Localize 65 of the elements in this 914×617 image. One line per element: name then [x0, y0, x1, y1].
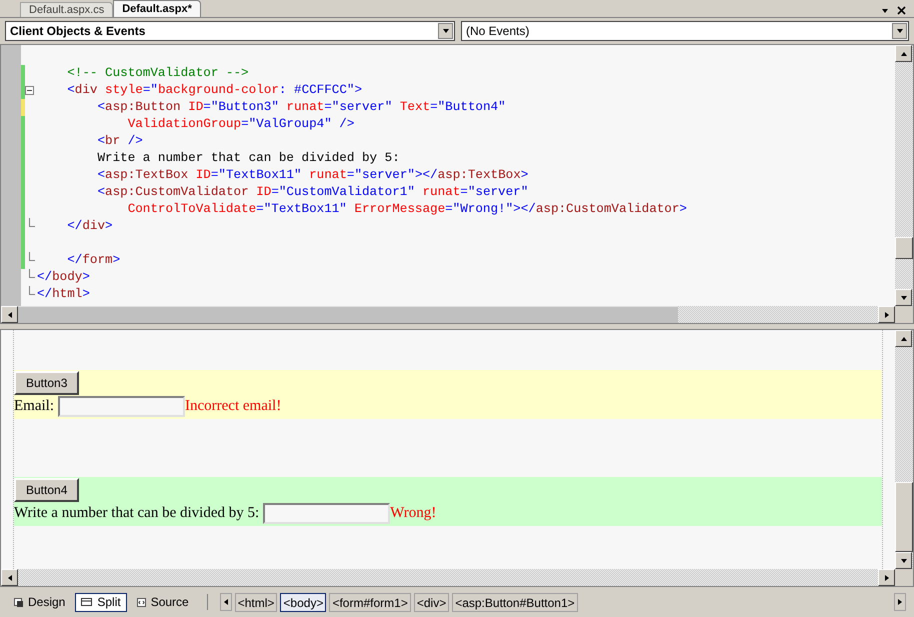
- code-line: </form>: [66, 252, 120, 269]
- view-tab[interactable]: Source: [130, 592, 195, 612]
- design-view-icon: [14, 598, 23, 606]
- field-label: Write a number that can be divided by 5:: [14, 504, 260, 522]
- arrow-right-icon: [882, 574, 890, 582]
- arrow-left-icon: [6, 574, 14, 582]
- fold-end-icon: [29, 218, 35, 227]
- dropdown-icon: [881, 6, 889, 14]
- tag-breadcrumb[interactable]: <body>: [280, 592, 326, 612]
- field-label: Email:: [14, 396, 54, 416]
- preview-button[interactable]: Button4: [14, 478, 80, 502]
- code-line: <asp:TextBox ID="TextBox11" runat="server"></asp:TextBox>: [96, 167, 528, 184]
- horizontal-scrollbar[interactable]: [1, 569, 895, 586]
- caret-icon: [896, 27, 904, 35]
- arrow-down-icon: [900, 294, 908, 302]
- scroll-button[interactable]: [895, 45, 912, 62]
- source-view-icon: [136, 598, 146, 606]
- code-line: </div>: [66, 218, 113, 235]
- view-tab[interactable]: Design: [8, 592, 72, 612]
- code-line: ControlToValidate="TextBox11" ErrorMessage="Wrong!"></asp:CustomValidator>: [126, 201, 687, 218]
- horizontal-scrollbar[interactable]: [1, 306, 895, 323]
- tag-breadcrumb[interactable]: <html>: [234, 592, 278, 612]
- dropdown[interactable]: Client Objects & Events: [5, 21, 455, 41]
- view-tab[interactable]: Split: [75, 592, 127, 612]
- arrow-down-icon: [900, 556, 908, 564]
- text-field[interactable]: [58, 396, 185, 417]
- code-line: <br />: [96, 133, 143, 150]
- document-tab[interactable]: Default.aspx*: [113, 0, 201, 17]
- scroll-button[interactable]: [895, 552, 912, 569]
- scroll-button[interactable]: [1, 306, 18, 323]
- scroll-button[interactable]: [895, 289, 912, 306]
- scroll-button[interactable]: [878, 306, 895, 323]
- arrow-right-icon: [882, 310, 890, 318]
- caret-icon: [442, 27, 450, 35]
- code-line: Write a number that can be divided by 5:: [96, 150, 400, 167]
- arrow-left-icon: [222, 598, 230, 606]
- code-line: </body>: [37, 269, 90, 286]
- vertical-scrollbar[interactable]: [895, 45, 913, 306]
- scroll-button[interactable]: [895, 330, 912, 347]
- code-line: </html>: [37, 286, 90, 303]
- arrow-up-icon: [900, 334, 908, 342]
- close-icon[interactable]: [897, 6, 906, 15]
- scroll-thumb[interactable]: [18, 306, 678, 323]
- code-line: ValidationGroup="ValGroup4" />: [126, 116, 354, 133]
- document-tab[interactable]: Default.aspx.cs: [20, 2, 114, 17]
- error-message: Wrong!: [390, 504, 436, 522]
- code-line: <!-- CustomValidator -->: [66, 65, 249, 82]
- tag-breadcrumb[interactable]: <form#form1>: [329, 592, 411, 612]
- vertical-scrollbar[interactable]: [895, 330, 913, 569]
- text-field[interactable]: [263, 503, 390, 524]
- scroll-button[interactable]: [1, 569, 18, 586]
- arrow-up-icon: [900, 50, 908, 58]
- dropdown[interactable]: (No Events): [461, 21, 909, 41]
- tag-breadcrumb[interactable]: <div>: [414, 592, 450, 612]
- split-view-icon: [81, 598, 92, 606]
- collapse-icon[interactable]: [25, 86, 34, 95]
- code-line: <div style="background-color: #CCFFCC">: [66, 82, 362, 99]
- error-message: Incorrect email!: [185, 396, 282, 416]
- tag-breadcrumb[interactable]: <asp:Button#Button1>: [452, 592, 578, 612]
- scroll-button[interactable]: [878, 569, 895, 586]
- arrow-left-icon: [6, 310, 14, 318]
- code-line: <asp:CustomValidator ID="CustomValidator1" runat="server": [96, 184, 528, 201]
- arrow-right-icon: [896, 598, 904, 606]
- preview-button[interactable]: Button3: [14, 371, 80, 395]
- code-line: <asp:Button ID="Button3" runat="server" Text="Button4": [96, 99, 506, 116]
